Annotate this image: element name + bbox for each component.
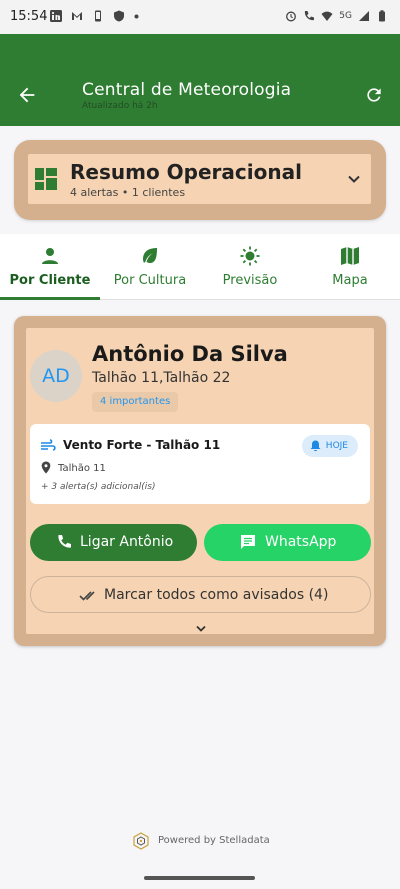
double-check-icon [79, 591, 95, 601]
client-card-content: AD Antônio Da Silva Talhão 11,Talhão 22 … [26, 328, 374, 634]
chevron-down-icon[interactable] [347, 172, 361, 186]
tab-por-cliente[interactable]: Por Cliente [0, 234, 100, 300]
tab-bar: Por Cliente Por Cultura Previsão Mapa [0, 234, 400, 300]
page-subtitle: Atualizado há 2h [82, 101, 158, 111]
summary-title: Resumo Operacional [70, 160, 302, 184]
chevron-down-icon[interactable] [194, 624, 208, 634]
alert-location: Talhão 11 [58, 463, 106, 474]
stelladata-logo-icon [133, 832, 149, 850]
call-icon [305, 11, 315, 21]
tab-label: Previsão [222, 273, 278, 288]
summary-card[interactable]: Resumo Operacional 4 alertas • 1 cliente… [14, 140, 386, 220]
phone-call-icon [58, 535, 71, 548]
phone-icon [95, 10, 101, 22]
tab-label: Por Cultura [113, 273, 187, 288]
alert-item[interactable]: Vento Forte - Talhão 11 HOJE Talhão 11 +… [30, 424, 370, 504]
today-badge-label: HOJE [325, 441, 348, 451]
call-button[interactable]: Ligar Antônio [30, 524, 197, 561]
summary-card-content[interactable]: Resumo Operacional 4 alertas • 1 cliente… [28, 154, 371, 204]
arrow-back-icon[interactable] [16, 84, 38, 106]
wind-icon [41, 439, 56, 451]
mark-all-label: Marcar todos como avisados (4) [104, 587, 329, 603]
alert-title: Vento Forte - Talhão 11 [63, 438, 221, 452]
leaf-icon [143, 248, 157, 263]
page-title: Central de Meteorologia [82, 80, 292, 100]
dot-icon [134, 14, 139, 18]
status-time: 15:54 [10, 9, 48, 24]
refresh-icon[interactable] [364, 85, 384, 105]
tab-label: Mapa [332, 273, 368, 288]
client-card: AD Antônio Da Silva Talhão 11,Talhão 22 … [14, 316, 386, 646]
powered-by-text: Powered by Stelladata [158, 835, 270, 846]
home-indicator[interactable] [144, 876, 255, 880]
client-plots: Talhão 11,Talhão 22 [92, 370, 231, 386]
alert-more: + 3 alerta(s) adicional(is) [41, 482, 156, 492]
dashboard-icon [35, 168, 57, 190]
footer: Powered by Stelladata [0, 830, 400, 852]
sun-icon [240, 246, 260, 266]
linkedin-icon [50, 10, 62, 22]
tab-label: Por Cliente [9, 273, 91, 288]
call-button-label: Ligar Antônio [80, 534, 174, 550]
map-icon [341, 247, 359, 265]
person-icon [42, 248, 58, 264]
wifi-icon [321, 11, 333, 21]
tab-por-cultura[interactable]: Por Cultura [100, 234, 200, 299]
status-bar: 15:54 5G [0, 0, 400, 34]
chat-icon [241, 535, 255, 549]
mark-all-notified-button[interactable]: Marcar todos como avisados (4) [30, 576, 371, 613]
avatar: AD [30, 350, 82, 402]
summary-subtitle: 4 alertas • 1 clientes [70, 186, 186, 199]
network-label: 5G [339, 11, 352, 21]
app-bar: Central de Meteorologia Atualizado há 2h [0, 34, 400, 126]
tab-previsao[interactable]: Previsão [200, 234, 300, 299]
tab-mapa[interactable]: Mapa [300, 234, 400, 299]
location-pin-icon [41, 461, 51, 474]
battery-icon [379, 10, 385, 22]
whatsapp-button[interactable]: WhatsApp [204, 524, 371, 561]
client-name: Antônio Da Silva [92, 342, 288, 366]
whatsapp-button-label: WhatsApp [265, 534, 337, 550]
alarm-icon [286, 11, 297, 22]
signal-icon [359, 11, 369, 21]
gmail-icon [72, 12, 82, 20]
important-badge: 4 importantes [92, 392, 179, 412]
shield-icon [114, 10, 124, 22]
today-badge: HOJE [302, 435, 358, 457]
bell-icon [310, 440, 321, 452]
